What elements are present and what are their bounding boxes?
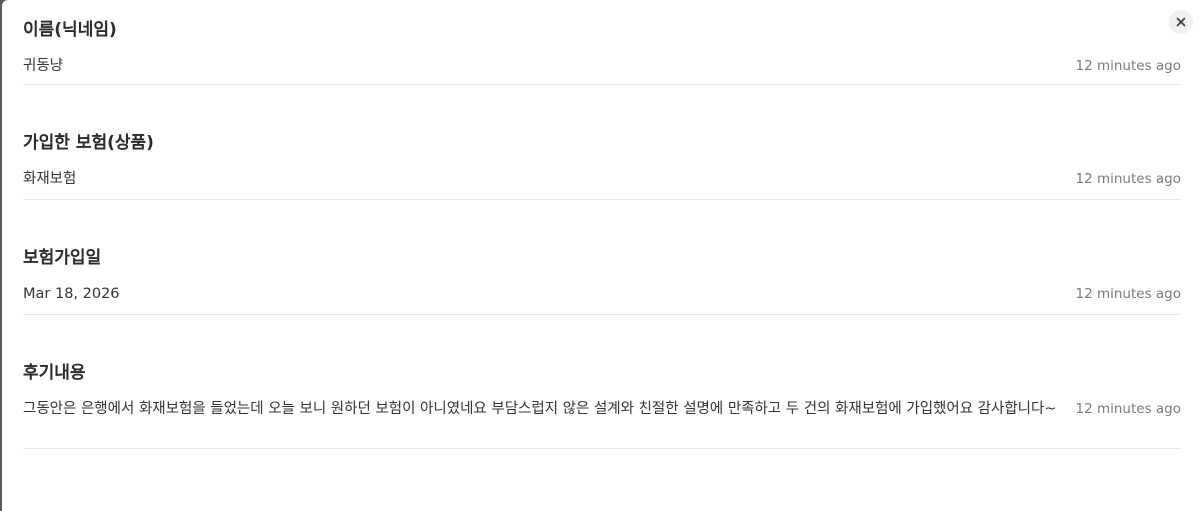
- field-label: 가입한 보험(상품): [23, 133, 154, 153]
- entry-detail-panel: 이름(닉네임) 귀동냥 12 minutes ago 가입한 보험(상품) 화재…: [2, 0, 1200, 511]
- field-timestamp: 12 minutes ago: [1075, 401, 1181, 417]
- field-value: 귀동냥: [23, 58, 64, 74]
- field-label: 보험가입일: [23, 248, 102, 268]
- entry-field-list: 이름(닉네임) 귀동냥 12 minutes ago 가입한 보험(상품) 화재…: [23, 0, 1181, 449]
- field-timestamp: 12 minutes ago: [1075, 171, 1181, 187]
- field-value: Mar 18, 2026: [23, 286, 120, 302]
- field-timestamp: 12 minutes ago: [1075, 58, 1181, 74]
- field-insurance-product: 가입한 보험(상품) 화재보험 12 minutes ago: [23, 132, 1181, 200]
- field-nickname: 이름(닉네임) 귀동냥 12 minutes ago: [23, 0, 1181, 85]
- field-label: 이름(닉네임): [23, 20, 117, 40]
- field-timestamp: 12 minutes ago: [1075, 286, 1181, 302]
- field-value: 그동안은 은행에서 화재보험을 들었는데 오늘 보니 원하던 보험이 아니였네요…: [23, 401, 1057, 417]
- field-enrollment-date: 보험가입일 Mar 18, 2026 12 minutes ago: [23, 247, 1181, 315]
- field-value: 화재보험: [23, 171, 77, 187]
- field-label: 후기내용: [23, 363, 86, 383]
- field-review: 후기내용 그동안은 은행에서 화재보험을 들었는데 오늘 보니 원하던 보험이 …: [23, 362, 1181, 449]
